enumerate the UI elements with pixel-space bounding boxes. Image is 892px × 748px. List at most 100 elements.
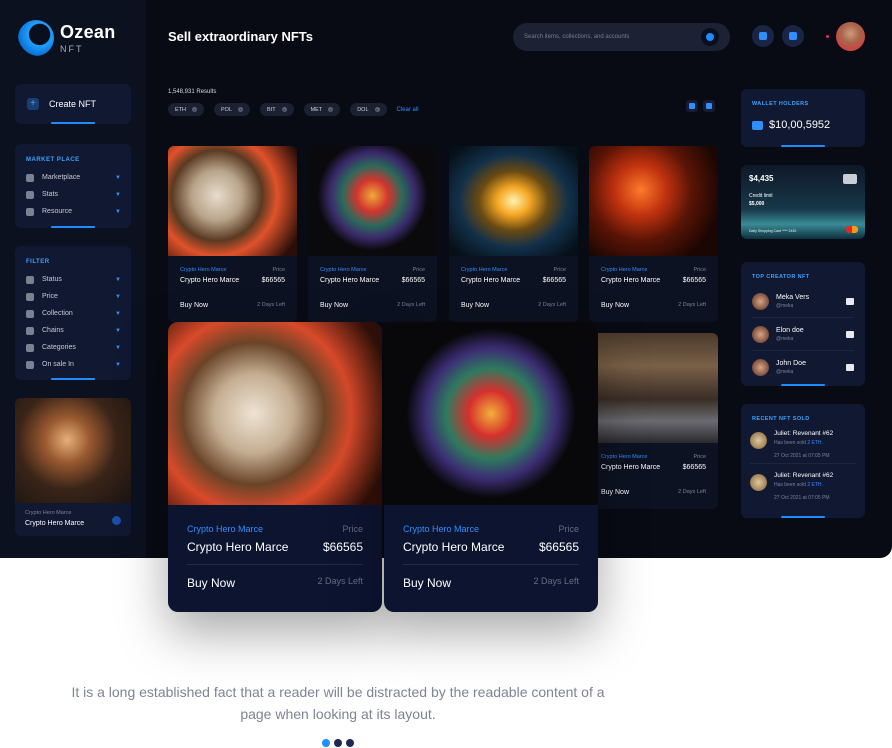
- caption-text: It is a long established fact that a rea…: [71, 684, 605, 722]
- sidebar-item-marketplace[interactable]: Marketplace ▼: [15, 169, 131, 186]
- marketplace-panel: MARKET PLACE Marketplace ▼ Stats ▼ Resourc…: [15, 144, 131, 228]
- search-icon[interactable]: [701, 28, 719, 46]
- sold-item[interactable]: Juliet: Revenant #62 Has been sold 2 ETH.…: [750, 464, 856, 505]
- sidebar: Ozean NFT + Create NFT MARKET PLACE Mark…: [0, 0, 146, 558]
- nft-image: [449, 146, 578, 256]
- filter-categories[interactable]: Categories ▼: [15, 339, 131, 356]
- nft-image: [308, 146, 437, 256]
- featured-nft-card[interactable]: Crypto Hero Marce Crypto Hero Marce: [15, 398, 131, 536]
- carousel-dot[interactable]: [334, 739, 342, 747]
- nft-image: [384, 322, 598, 505]
- top-creator-title: TOP CREATOR NFT: [752, 274, 810, 280]
- filter-title: FILTER: [26, 259, 50, 265]
- divider: [403, 564, 579, 565]
- filter-on-sale[interactable]: On sale In ▼: [15, 356, 131, 373]
- user-avatar[interactable]: [836, 22, 865, 51]
- buy-now-button[interactable]: Buy Now: [601, 302, 629, 309]
- buy-now-button[interactable]: Buy Now: [320, 302, 348, 309]
- close-icon[interactable]: ×: [281, 107, 287, 112]
- chip-pol[interactable]: POL ×: [214, 103, 251, 116]
- chip-met[interactable]: MET ×: [303, 103, 341, 116]
- sidebar-item-stats[interactable]: Stats ▼: [15, 186, 131, 203]
- carousel-dots: [322, 739, 358, 747]
- message-icon[interactable]: [846, 330, 854, 338]
- chain-icon: [26, 326, 34, 335]
- underline-accent: [51, 122, 95, 124]
- nft-card[interactable]: Crypto Hero Marce Price Crypto Hero Marce…: [308, 146, 437, 322]
- chip-dol[interactable]: DOL ×: [350, 103, 387, 116]
- underline-accent: [51, 378, 95, 380]
- wallet-amount: $10,00,5952: [769, 119, 831, 131]
- marketplace-title: MARKET PLACE: [26, 157, 80, 163]
- chip-eth[interactable]: ETH ×: [168, 103, 204, 116]
- underline-accent: [781, 145, 825, 147]
- plus-icon: +: [27, 98, 39, 110]
- carousel-dot[interactable]: [346, 739, 354, 747]
- filter-price[interactable]: Price ▼: [15, 288, 131, 305]
- bell-icon: [789, 32, 797, 40]
- notification-button[interactable]: [782, 25, 804, 47]
- wave-logo-icon: [18, 20, 54, 56]
- credit-card[interactable]: $4,435 Credit limit $5,000 Daily Shoppin…: [741, 165, 865, 239]
- filter-chips: ETH × POL × BIT × MET × DOL × Clear all: [168, 103, 419, 116]
- creator-item[interactable]: Elon doe @meka: [752, 318, 854, 351]
- buy-now-button[interactable]: Buy Now: [461, 302, 489, 309]
- close-icon[interactable]: ×: [238, 107, 244, 112]
- creator-item[interactable]: John Doe @meka: [752, 351, 854, 384]
- clear-all-link[interactable]: Clear all: [397, 107, 419, 113]
- filter-chains[interactable]: Chains ▼: [15, 322, 131, 339]
- underline-accent: [781, 516, 825, 518]
- page-title: Sell extraordinary NFTs: [168, 29, 313, 44]
- card-footer: Daily Shopping Card **** 2430: [749, 229, 797, 233]
- divider: [187, 564, 363, 565]
- nft-card-large[interactable]: Crypto Hero Marce Price Crypto Hero Marce…: [168, 322, 382, 612]
- nft-card-large[interactable]: Crypto Hero Marce Price Crypto Hero Marce…: [384, 322, 598, 612]
- avatar: [752, 359, 769, 376]
- chip-bit[interactable]: BIT ×: [260, 103, 294, 116]
- nft-card[interactable]: Crypto Hero Marce Price Crypto Hero Marce…: [589, 333, 718, 509]
- card-limit-value: $5,000: [749, 201, 765, 207]
- recent-sold-panel: RECENT NFT SOLD Juliet: Revenant #62 Has …: [741, 404, 865, 518]
- chevron-down-icon: ▼: [115, 174, 121, 181]
- chevron-down-icon: ▼: [115, 208, 121, 215]
- nft-card[interactable]: Crypto Hero Marce Price Crypto Hero Marce…: [449, 146, 578, 322]
- nft-image: [168, 146, 297, 256]
- search-placeholder: Search items, collections, and accounts: [524, 34, 630, 40]
- message-icon[interactable]: [846, 297, 854, 305]
- brand-logo[interactable]: Ozean NFT: [18, 20, 116, 56]
- search-input[interactable]: Search items, collections, and accounts: [513, 23, 730, 51]
- card-brand-icon: [846, 226, 858, 233]
- nft-card[interactable]: Crypto Hero Marce Price Crypto Hero Marce…: [589, 146, 718, 322]
- chevron-down-icon: ▼: [115, 293, 121, 300]
- close-icon[interactable]: ×: [192, 107, 197, 112]
- chevron-down-icon: ▼: [115, 191, 121, 198]
- featured-action-button[interactable]: [112, 516, 121, 525]
- carousel-dot[interactable]: [322, 739, 330, 747]
- buy-now-button[interactable]: Buy Now: [187, 576, 235, 590]
- create-nft-button[interactable]: + Create NFT: [15, 84, 131, 124]
- price-icon: [26, 292, 34, 301]
- close-icon[interactable]: ×: [328, 107, 334, 112]
- list-icon: [706, 103, 712, 109]
- stats-icon: [26, 190, 34, 199]
- status-dot: [826, 35, 829, 38]
- sold-item[interactable]: Juliet: Revenant #62 Has been sold 2 ETH.…: [750, 422, 856, 464]
- list-view-button[interactable]: [703, 100, 715, 112]
- close-icon[interactable]: ×: [374, 107, 380, 112]
- buy-now-button[interactable]: Buy Now: [403, 576, 451, 590]
- brand-name: Ozean: [60, 21, 116, 42]
- nft-card[interactable]: Crypto Hero Marce Price Crypto Hero Marce…: [168, 146, 297, 322]
- sidebar-item-resource[interactable]: Resource ▼: [15, 203, 131, 220]
- buy-now-button[interactable]: Buy Now: [601, 489, 629, 496]
- wallet-icon: [752, 120, 763, 130]
- filter-collection[interactable]: Collection ▼: [15, 305, 131, 322]
- grid-view-button[interactable]: [686, 100, 698, 112]
- wallet-header-button[interactable]: [752, 25, 774, 47]
- filter-status[interactable]: Status ▼: [15, 271, 131, 288]
- nft-image: [589, 333, 718, 443]
- creator-item[interactable]: Meka Vers @meka: [752, 285, 854, 318]
- card-chip-icon: [843, 174, 857, 184]
- avatar: [750, 432, 767, 449]
- buy-now-button[interactable]: Buy Now: [180, 302, 208, 309]
- message-icon[interactable]: [846, 364, 854, 371]
